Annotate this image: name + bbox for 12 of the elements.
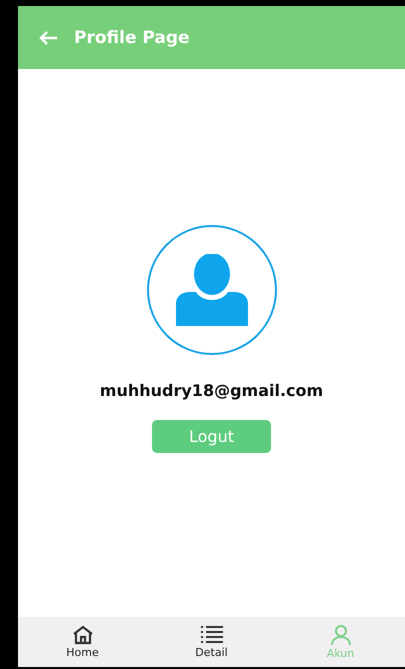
home-icon bbox=[72, 625, 94, 645]
nav-tab[interactable]: Detail bbox=[147, 617, 276, 667]
user-email: muhhudry18@gmail.com bbox=[100, 381, 324, 400]
user-icon bbox=[330, 624, 352, 646]
list-icon bbox=[200, 625, 224, 645]
back-arrow-icon[interactable] bbox=[38, 30, 58, 46]
tab-label: Akun bbox=[326, 647, 354, 660]
tab-label: Home bbox=[66, 646, 99, 659]
page-title: Profile Page bbox=[74, 28, 190, 48]
user-silhouette-icon bbox=[176, 254, 248, 326]
tab-label: Detail bbox=[195, 646, 228, 659]
nav-tab[interactable]: Home bbox=[18, 617, 147, 667]
